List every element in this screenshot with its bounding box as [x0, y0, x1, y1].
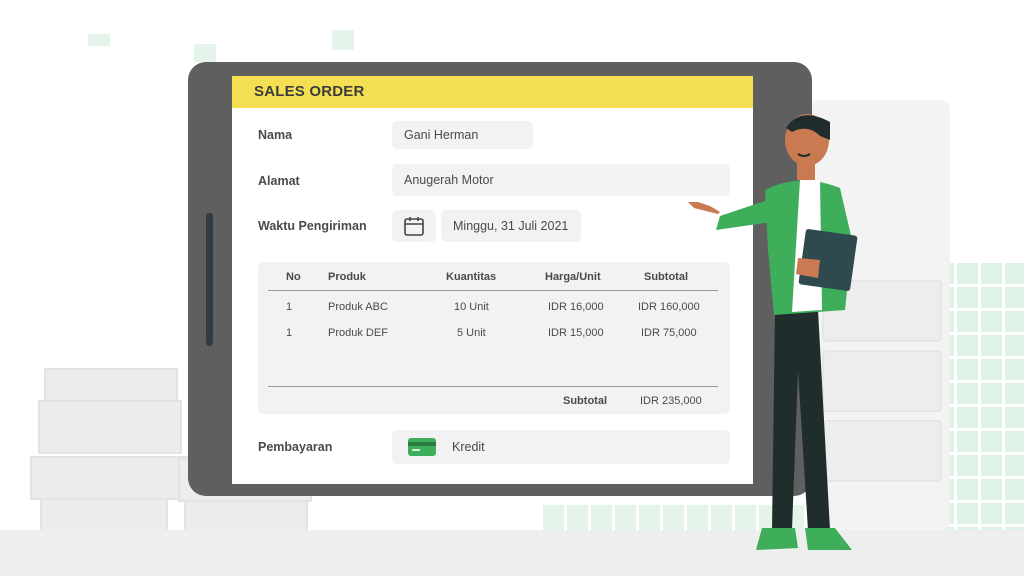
table-cell: 5 Unit: [457, 327, 486, 339]
calendar-button[interactable]: [392, 210, 436, 242]
tablet-side-button: [206, 213, 213, 346]
bg-square: [88, 34, 110, 46]
waktu-pengiriman-field[interactable]: Minggu, 31 Juli 2021: [441, 210, 581, 242]
order-table: No Produk Kuantitas Harga/Unit Subtotal …: [258, 262, 730, 414]
subtotal-label: Subtotal: [563, 395, 607, 407]
table-cell: IDR 15,000: [548, 327, 604, 339]
table-header-produk: Produk: [328, 271, 366, 283]
page-title: SALES ORDER: [254, 83, 365, 100]
table-cell: 1: [286, 301, 293, 313]
nama-field[interactable]: Gani Herman: [392, 121, 533, 149]
table-cell: Produk DEF: [328, 327, 388, 339]
table-header-kuantitas: Kuantitas: [446, 271, 497, 283]
credit-card-icon: [408, 438, 436, 456]
table-cell: IDR 16,000: [548, 301, 604, 313]
waktu-pengiriman-label: Waktu Pengiriman: [258, 219, 367, 233]
paper-stack: [30, 456, 194, 500]
table-header-harga-unit: Harga/Unit: [545, 271, 601, 283]
table-footer-divider: [268, 386, 718, 387]
table-header-no: No: [286, 271, 301, 283]
paper-stack: [44, 368, 178, 402]
calendar-icon: [404, 217, 424, 236]
alamat-label: Alamat: [258, 174, 300, 188]
paper-stack: [38, 400, 182, 454]
table-cell: Produk ABC: [328, 301, 388, 313]
header-bar: SALES ORDER: [232, 76, 753, 108]
table-cell: 1: [286, 327, 293, 339]
pembayaran-value: Kredit: [452, 440, 485, 454]
bg-square: [332, 30, 354, 50]
sales-order-screen: SALES ORDER Nama Gani Herman Alamat Anug…: [232, 76, 753, 484]
bg-square: [194, 44, 216, 62]
person-illustration: [688, 114, 858, 550]
table-header-divider: [268, 290, 718, 291]
pembayaran-label: Pembayaran: [258, 440, 333, 454]
nama-label: Nama: [258, 128, 293, 142]
table-cell: 10 Unit: [454, 301, 489, 313]
